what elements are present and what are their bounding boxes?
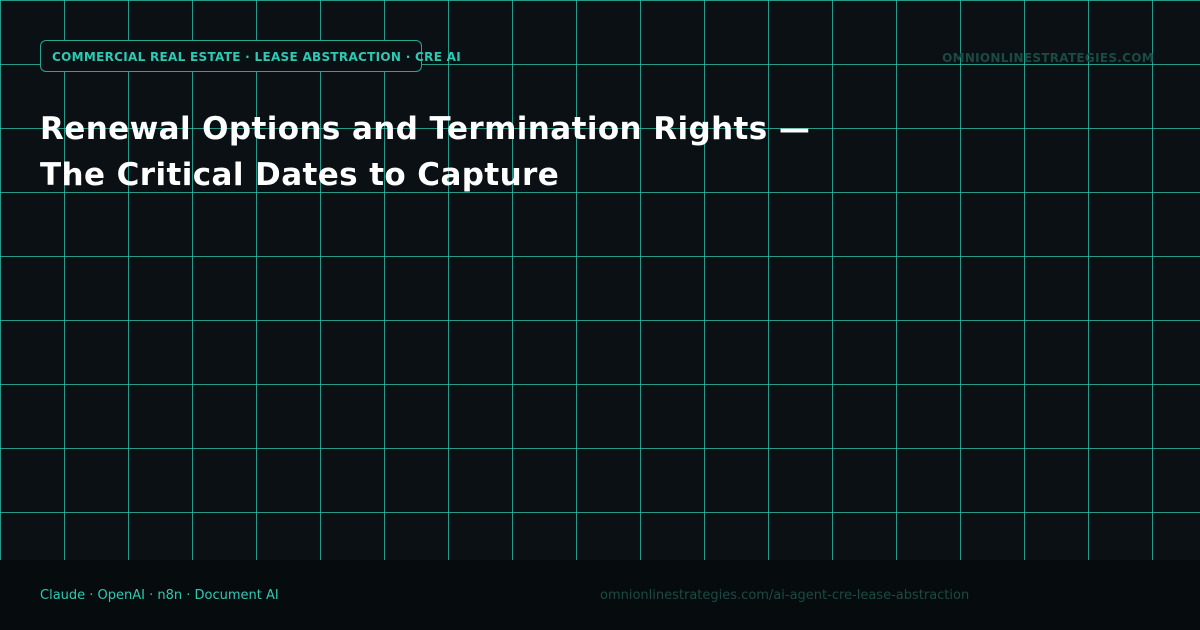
background-grid <box>0 0 1200 560</box>
page-title-line-1: Renewal Options and Termination Rights — <box>40 111 811 147</box>
footer-url: omnionlinestrategies.com/ai-agent-cre-le… <box>600 588 970 603</box>
category-tag: COMMERCIAL REAL ESTATE · LEASE ABSTRACTI… <box>40 40 461 72</box>
page-title: Renewal Options and Termination Rights —… <box>40 106 840 198</box>
footer: Claude · OpenAI · n8n · Document AI omni… <box>0 560 1200 630</box>
site-brand: OMNIONLINESTRATEGIES.COM <box>942 51 1154 65</box>
page-title-line-2: The Critical Dates to Capture <box>40 157 560 193</box>
category-tag-label: COMMERCIAL REAL ESTATE · LEASE ABSTRACTI… <box>52 50 462 64</box>
footer-tools: Claude · OpenAI · n8n · Document AI <box>40 588 279 603</box>
